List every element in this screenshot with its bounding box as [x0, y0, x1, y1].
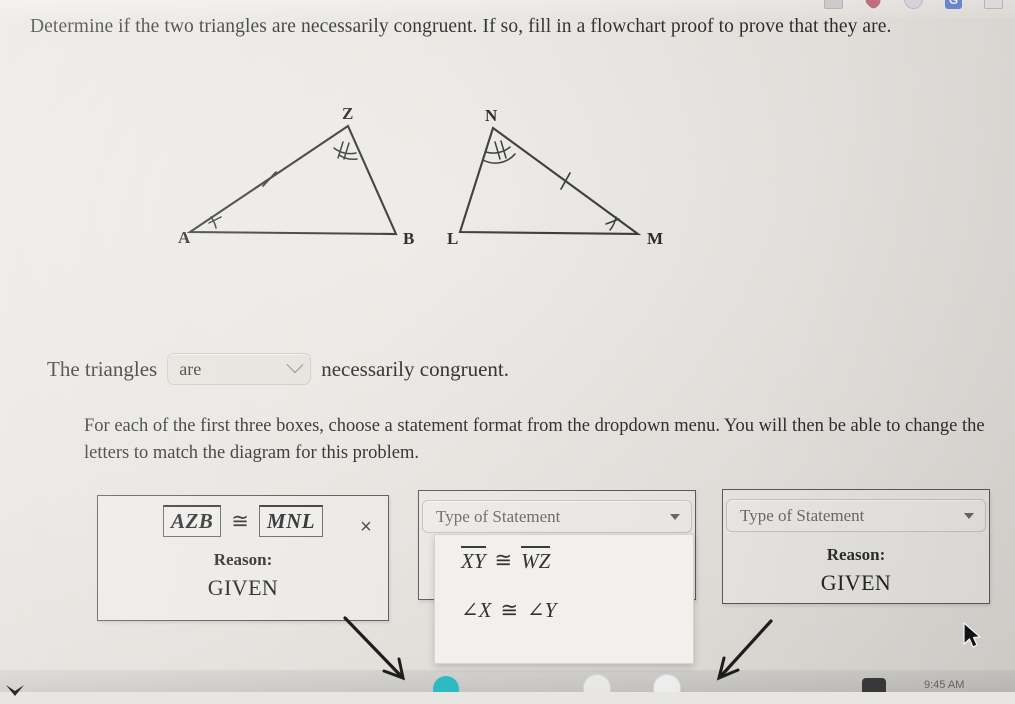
- sentence-prefix: The triangles: [47, 356, 158, 381]
- menu-option-segment-congruence[interactable]: XY ≅ WZ: [435, 535, 693, 585]
- menu-option-2-right: ∠Y: [527, 597, 557, 622]
- label-vertex-l: L: [447, 229, 458, 248]
- reason-label: Reason:: [213, 550, 273, 569]
- tick-side-az: [262, 171, 277, 187]
- label-vertex-a: A: [178, 228, 191, 247]
- congruence-symbol: ≅: [231, 508, 249, 533]
- label-vertex-b: B: [403, 229, 414, 248]
- arc-angle-m: [609, 216, 617, 231]
- triangles-figure: A Z B L N M: [160, 104, 700, 264]
- mouse-cursor: [963, 622, 981, 648]
- reason-value: GIVEN: [207, 575, 279, 600]
- tick-angle-z-2: [343, 142, 350, 160]
- reason-label: Reason:: [826, 545, 886, 564]
- label-vertex-m: M: [647, 229, 663, 248]
- menu-option-partial[interactable]: [435, 635, 693, 661]
- tick-side-nm: [560, 172, 571, 190]
- chevron-down-icon: [286, 356, 304, 374]
- type-of-statement-menu[interactable]: XY ≅ WZ ∠X ≅ ∠Y: [434, 534, 694, 664]
- proof-box-1[interactable]: AZB ≅ MNL × Reason: GIVEN: [97, 495, 389, 621]
- triangle-nlm-outline: [458, 126, 642, 236]
- type-of-statement-placeholder-2: Type of Statement: [436, 506, 561, 526]
- caret-down-icon: [964, 512, 974, 519]
- heart-icon[interactable]: [863, 0, 884, 11]
- tick-angle-n-1: [494, 141, 501, 160]
- browser-tab-icons: G: [824, 0, 1003, 11]
- are-select[interactable]: are: [167, 353, 312, 385]
- arc-angle-z-1: [333, 147, 357, 155]
- reason-value: GIVEN: [820, 570, 892, 595]
- desktop-dock: 9:45 AM: [0, 670, 1015, 692]
- proof-box-1-statement: AZB ≅ MNL ×: [98, 505, 388, 537]
- menu-option-2-left: ∠X: [461, 597, 492, 622]
- congruence-sentence: The triangles are necessarily congruent.: [47, 353, 509, 385]
- menu-option-1-right: WZ: [521, 546, 551, 574]
- circle-icon[interactable]: [904, 0, 923, 9]
- sentence-suffix: necessarily congruent.: [321, 356, 509, 381]
- arc-angle-a: [210, 216, 217, 229]
- tick-angle-m: [605, 218, 620, 225]
- menu-scroll-down-icon[interactable]: [0, 680, 30, 704]
- dock-app-icon-2[interactable]: [583, 674, 611, 692]
- caret-down-icon: [670, 513, 680, 520]
- statement-left-input[interactable]: AZB: [162, 505, 222, 537]
- document-icon[interactable]: [824, 0, 843, 9]
- type-of-statement-select-3[interactable]: Type of Statement: [726, 499, 986, 532]
- type-of-statement-placeholder-3: Type of Statement: [740, 505, 865, 525]
- proof-box-3[interactable]: Type of Statement Reason: GIVEN: [722, 489, 990, 604]
- close-icon[interactable]: ×: [356, 517, 376, 537]
- dock-app-icon-1[interactable]: [433, 676, 459, 692]
- google-classroom-icon[interactable]: G: [945, 0, 962, 9]
- dock-app-icon-3[interactable]: [653, 674, 681, 692]
- menu-option-angle-congruence[interactable]: ∠X ≅ ∠Y: [435, 585, 693, 635]
- menu-option-1-left: XY: [461, 546, 486, 574]
- arc-angle-z-2: [338, 154, 358, 161]
- menu-option-1-symbol: ≅: [494, 547, 513, 572]
- label-vertex-n: N: [485, 106, 498, 125]
- instructions-text: For each of the first three boxes, choos…: [84, 416, 985, 463]
- page-icon[interactable]: [984, 0, 1003, 9]
- statement-right-input[interactable]: MNL: [258, 505, 324, 537]
- problem-prompt: Determine if the two triangles are neces…: [30, 16, 892, 37]
- menu-option-2-symbol: ≅: [500, 597, 519, 622]
- dock-app-icon-4[interactable]: [862, 678, 886, 692]
- are-select-value: are: [179, 358, 202, 379]
- type-of-statement-select-2[interactable]: Type of Statement: [422, 500, 692, 533]
- label-vertex-z: Z: [342, 104, 353, 123]
- dock-clock: 9:45 AM: [924, 679, 965, 691]
